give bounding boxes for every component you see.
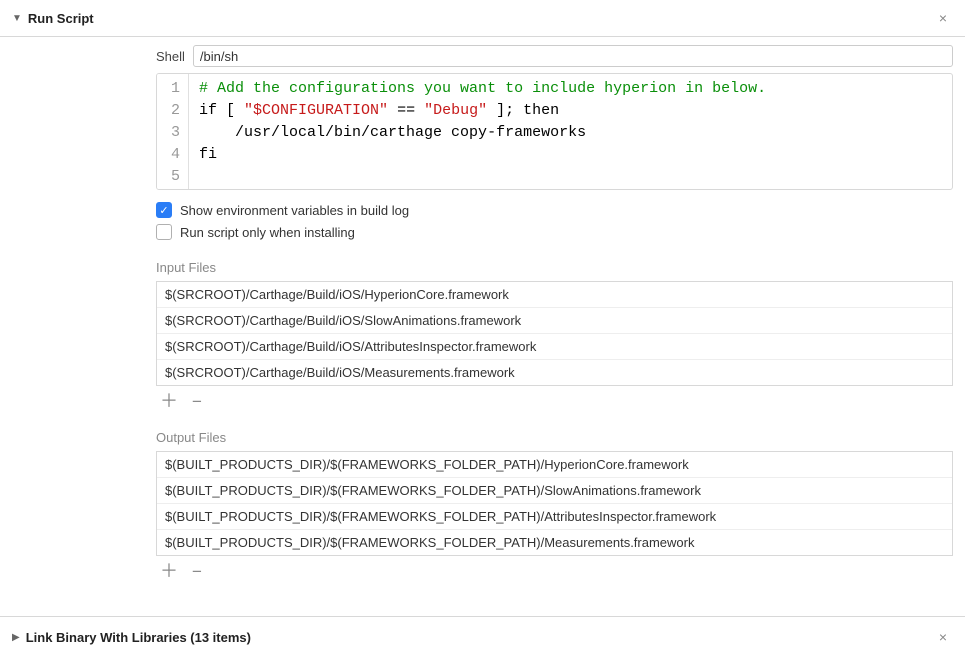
- run-only-installing-label: Run script only when installing: [180, 225, 355, 240]
- output-files-section: Output Files $(BUILT_PRODUCTS_DIR)/$(FRA…: [156, 430, 953, 580]
- show-env-label: Show environment variables in build log: [180, 203, 409, 218]
- shell-input[interactable]: [193, 45, 953, 67]
- script-text[interactable]: # Add the configurations you want to inc…: [189, 74, 776, 189]
- remove-input-file-button[interactable]: −: [192, 393, 202, 410]
- file-row[interactable]: $(SRCROOT)/Carthage/Build/iOS/HyperionCo…: [157, 282, 952, 308]
- line-number: 4: [171, 144, 180, 166]
- run-only-installing-checkbox[interactable]: [156, 224, 172, 240]
- code-keyword: fi: [199, 146, 217, 163]
- input-files-list: $(SRCROOT)/Carthage/Build/iOS/HyperionCo…: [156, 281, 953, 386]
- remove-output-file-button[interactable]: −: [192, 563, 202, 580]
- line-gutter: 1 2 3 4 5: [157, 74, 189, 189]
- show-env-checkbox[interactable]: ✓: [156, 202, 172, 218]
- output-files-title: Output Files: [156, 430, 953, 445]
- file-row[interactable]: $(SRCROOT)/Carthage/Build/iOS/SlowAnimat…: [157, 308, 952, 334]
- close-icon[interactable]: ×: [933, 627, 953, 647]
- line-number: 3: [171, 122, 180, 144]
- file-row[interactable]: $(BUILT_PRODUCTS_DIR)/$(FRAMEWORKS_FOLDE…: [157, 478, 952, 504]
- link-binary-title: Link Binary With Libraries (13 items): [26, 630, 933, 645]
- line-number: 1: [171, 78, 180, 100]
- output-files-actions: ＋ −: [156, 556, 953, 580]
- close-icon[interactable]: ×: [933, 8, 953, 28]
- code-comment: # Add the configurations you want to inc…: [199, 80, 766, 97]
- section-title: Run Script: [28, 11, 933, 26]
- link-binary-header: ▶ Link Binary With Libraries (13 items) …: [0, 617, 965, 657]
- code-text: /usr/local/bin/carthage copy-frameworks: [199, 124, 586, 141]
- script-editor[interactable]: 1 2 3 4 5 # Add the configurations you w…: [156, 73, 953, 190]
- code-string: "Debug": [424, 102, 487, 119]
- code-text: ==: [388, 102, 424, 119]
- input-files-actions: ＋ −: [156, 386, 953, 410]
- add-input-file-button[interactable]: ＋: [160, 392, 178, 410]
- output-files-list: $(BUILT_PRODUCTS_DIR)/$(FRAMEWORKS_FOLDE…: [156, 451, 953, 556]
- disclosure-triangle-right-icon[interactable]: ▶: [12, 632, 20, 643]
- file-row[interactable]: $(SRCROOT)/Carthage/Build/iOS/Measuremen…: [157, 360, 952, 385]
- run-script-section-header: ▼ Run Script ×: [0, 0, 965, 37]
- run-script-content: Shell 1 2 3 4 5 # Add the configurations…: [0, 37, 965, 596]
- disclosure-triangle-down-icon[interactable]: ▼: [12, 13, 22, 24]
- file-row[interactable]: $(BUILT_PRODUCTS_DIR)/$(FRAMEWORKS_FOLDE…: [157, 504, 952, 530]
- link-binary-section: ▶ Link Binary With Libraries (13 items) …: [0, 616, 965, 657]
- shell-label: Shell: [156, 49, 185, 64]
- file-row[interactable]: $(BUILT_PRODUCTS_DIR)/$(FRAMEWORKS_FOLDE…: [157, 452, 952, 478]
- line-number: 5: [171, 166, 180, 188]
- file-row[interactable]: $(BUILT_PRODUCTS_DIR)/$(FRAMEWORKS_FOLDE…: [157, 530, 952, 555]
- add-output-file-button[interactable]: ＋: [160, 562, 178, 580]
- line-number: 2: [171, 100, 180, 122]
- code-keyword: ]; then: [487, 102, 559, 119]
- code-keyword: if [: [199, 102, 244, 119]
- checkbox-row-run-only: Run script only when installing: [156, 224, 953, 240]
- input-files-section: Input Files $(SRCROOT)/Carthage/Build/iO…: [156, 260, 953, 410]
- file-row[interactable]: $(SRCROOT)/Carthage/Build/iOS/Attributes…: [157, 334, 952, 360]
- shell-row: Shell: [156, 45, 953, 67]
- input-files-title: Input Files: [156, 260, 953, 275]
- code-string: "$CONFIGURATION": [244, 102, 388, 119]
- checkbox-row-show-env: ✓ Show environment variables in build lo…: [156, 202, 953, 218]
